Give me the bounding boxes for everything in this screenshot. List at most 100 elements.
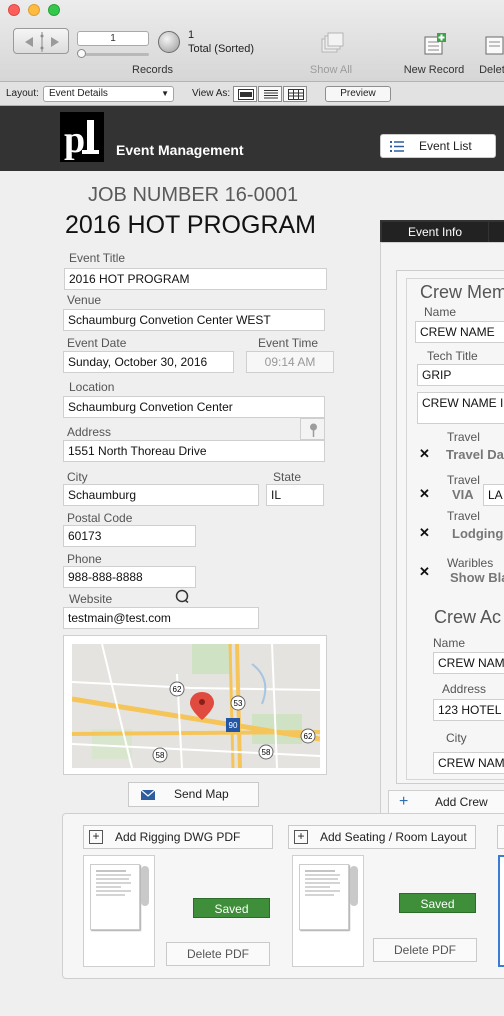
crew-notes-field[interactable]: CREW NAME I	[417, 392, 504, 424]
venue-label: Venue	[67, 293, 102, 307]
preview-button[interactable]: Preview	[325, 86, 391, 102]
map-image: 62 53 90 62 58 58	[72, 644, 320, 768]
envelope-icon	[141, 790, 155, 800]
state-field[interactable]: IL	[266, 484, 324, 506]
delete-record-label: Delete	[479, 64, 504, 76]
lodging-checkbox[interactable]: ✕	[419, 526, 431, 539]
minimize-window-button[interactable]	[28, 4, 40, 16]
app-header: p Event Management Event List	[0, 106, 504, 171]
state-label: State	[273, 470, 302, 484]
layout-dropdown[interactable]: Event Details ▼	[43, 86, 174, 102]
venue-field[interactable]: Schaumburg Convetion Center WEST	[63, 309, 325, 331]
travel-label: Travel	[447, 509, 480, 523]
crew-address-name-field[interactable]: CREW NAM	[433, 652, 504, 674]
view-as-table-button[interactable]	[283, 86, 307, 102]
postal-code-label: Postal Code	[67, 511, 133, 525]
record-navigation-book[interactable]	[13, 28, 69, 54]
show-blank-label: Show Bla	[450, 570, 504, 585]
chevron-down-icon: ▼	[161, 89, 169, 98]
show-all-label: Show All	[309, 64, 353, 76]
event-date-field[interactable]: Sunday, October 30, 2016	[63, 351, 234, 373]
pdf-page-icon	[299, 864, 349, 930]
travel-dates-checkbox[interactable]: ✕	[419, 447, 431, 460]
show-all-button[interactable]: Show All	[300, 30, 362, 76]
view-as-list-button[interactable]	[258, 86, 282, 102]
travel-dates-label: Travel Da	[446, 447, 504, 462]
new-record-button[interactable]: New Record	[397, 30, 471, 76]
add-document-icon: +	[294, 830, 308, 844]
records-label: Records	[132, 64, 173, 76]
search-icon[interactable]	[175, 589, 189, 603]
plus-icon: +	[399, 793, 409, 810]
company-logo: p	[60, 112, 104, 162]
road-label: 58	[156, 751, 165, 760]
window-toolbar: 1 1 Total (Sorted) Records Show All New …	[0, 0, 504, 82]
via-field[interactable]: LA	[483, 484, 504, 506]
delete-record-button[interactable]: Delete	[470, 30, 504, 76]
location-label: Location	[69, 380, 115, 394]
thumbnail-scrollbar[interactable]	[350, 866, 358, 906]
third-pdf-thumbnail[interactable]	[498, 855, 504, 967]
phone-field[interactable]: 988-888-8888	[63, 566, 196, 588]
add-document-icon: +	[89, 830, 103, 844]
thumbnail-scrollbar[interactable]	[141, 866, 149, 906]
event-time-field[interactable]: 09:14 AM	[246, 351, 334, 373]
add-crew-button[interactable]: + Add Crew	[388, 790, 504, 814]
record-slider-knob[interactable]	[77, 49, 86, 58]
layout-label: Layout:	[6, 88, 39, 99]
rigging-pdf-thumbnail[interactable]	[83, 855, 155, 967]
road-label: 90	[229, 721, 238, 730]
tech-title-field[interactable]: GRIP	[417, 364, 504, 386]
crew-name-field[interactable]: CREW NAME	[415, 321, 504, 343]
book-icon	[25, 32, 59, 52]
event-list-button[interactable]: Event List	[380, 134, 496, 158]
website-label: Website	[69, 592, 113, 606]
crew-address-title: Crew Ac	[434, 607, 502, 627]
rigging-saved-badge: Saved	[193, 898, 270, 918]
add-attachment-button[interactable]	[497, 825, 504, 849]
crew-city-field[interactable]: CREW NAM	[433, 752, 504, 774]
event-title-label: Event Title	[69, 251, 126, 265]
zoom-window-button[interactable]	[48, 4, 60, 16]
record-slider[interactable]	[79, 53, 149, 56]
form-view-icon	[238, 89, 254, 100]
address-field[interactable]: 1551 North Thoreau Drive	[63, 440, 325, 462]
location-map[interactable]: 62 53 90 62 58 58	[63, 635, 327, 775]
event-title-field[interactable]: 2016 HOT PROGRAM	[64, 268, 327, 290]
city-field[interactable]: Schaumburg	[63, 484, 259, 506]
crew-address-label: Address	[442, 682, 487, 696]
website-field[interactable]: testmain@test.com	[63, 607, 259, 629]
close-window-button[interactable]	[8, 4, 20, 16]
seating-saved-badge: Saved	[399, 893, 476, 913]
pdf-page-icon	[90, 864, 140, 930]
road-label: 62	[304, 732, 313, 741]
view-as-form-button[interactable]	[233, 86, 257, 102]
new-record-label: New Record	[403, 64, 465, 76]
postal-code-field[interactable]: 60173	[63, 525, 196, 547]
current-record-input[interactable]: 1	[77, 31, 149, 46]
map-pin-icon	[310, 423, 317, 437]
map-pin-button[interactable]	[300, 418, 325, 440]
seating-pdf-thumbnail[interactable]	[292, 855, 364, 967]
location-field[interactable]: Schaumburg Convetion Center	[63, 396, 325, 418]
found-set-pie-icon[interactable]	[158, 31, 180, 53]
travel-label: Travel	[447, 430, 480, 444]
add-seating-layout-button[interactable]: + Add Seating / Room Layout	[288, 825, 476, 849]
program-title: 2016 HOT PROGRAM	[65, 211, 317, 239]
view-as-label: View As:	[192, 88, 231, 99]
tab-event-info[interactable]: Event Info	[382, 222, 488, 242]
via-checkbox[interactable]: ✕	[419, 487, 431, 500]
app-title: Event Management	[116, 142, 244, 158]
add-rigging-pdf-button[interactable]: + Add Rigging DWG PDF	[83, 825, 273, 849]
delete-rigging-pdf-button[interactable]: Delete PDF	[166, 942, 270, 966]
send-map-button[interactable]: Send Map	[128, 782, 259, 807]
event-list-label: Event List	[419, 139, 472, 153]
via-label: VIA	[452, 487, 474, 502]
layout-dropdown-value: Event Details	[49, 88, 108, 99]
svg-text:p: p	[64, 119, 85, 161]
crew-address-field[interactable]: 123 HOTEL	[433, 699, 504, 721]
delete-seating-pdf-button[interactable]: Delete PDF	[373, 938, 477, 962]
event-date-label: Event Date	[67, 336, 127, 350]
show-blank-checkbox[interactable]: ✕	[419, 565, 431, 578]
tab-next[interactable]	[489, 222, 504, 242]
